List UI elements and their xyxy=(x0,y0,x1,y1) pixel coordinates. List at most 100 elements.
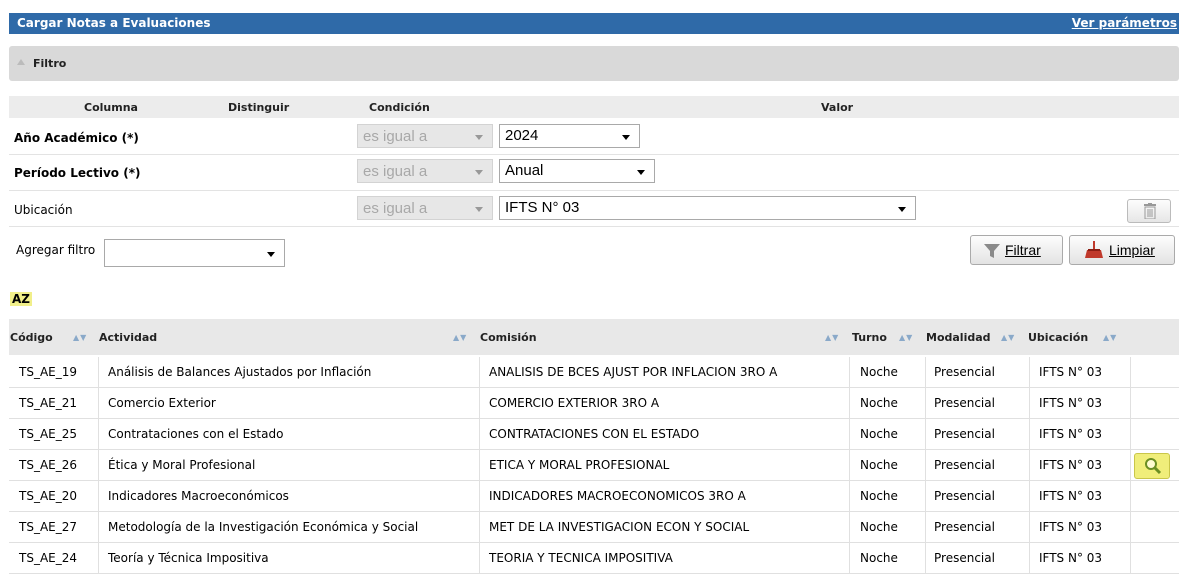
sort-arrows-icon[interactable]: ▲▼ xyxy=(1103,333,1117,342)
cell-turno: Noche xyxy=(860,489,898,503)
table-row[interactable]: TS_AE_26 Ética y Moral Profesional ETICA Y… xyxy=(9,450,1179,481)
filtrar-button[interactable]: Filtrar xyxy=(970,235,1063,265)
column-divider xyxy=(1130,543,1131,574)
column-divider xyxy=(479,357,480,388)
th-comision[interactable]: Comisión xyxy=(480,331,537,344)
filter-panel-toggle[interactable]: Filtro xyxy=(9,46,1179,81)
column-divider xyxy=(98,419,99,450)
anio-value: 2024 xyxy=(505,127,539,144)
column-divider xyxy=(98,512,99,543)
cell-comision: TEORIA Y TECNICA IMPOSITIVA xyxy=(489,551,673,565)
col-header-valor: Valor xyxy=(821,101,854,114)
col-header-condicion: Condición xyxy=(369,101,430,114)
table-row[interactable]: TS_AE_24 Teoría y Técnica Impositiva TEORI… xyxy=(9,543,1179,574)
cell-ubicacion: IFTS N° 03 xyxy=(1039,365,1103,379)
remove-filter-button[interactable] xyxy=(1127,199,1171,223)
cell-codigo: TS_AE_27 xyxy=(19,520,78,534)
view-details-button[interactable] xyxy=(1134,453,1170,479)
filter-name-periodo: Período Lectivo (*) xyxy=(14,166,141,180)
column-divider xyxy=(849,388,850,419)
cell-comision: INDICADORES MACROECONOMICOS 3RO A xyxy=(489,489,746,503)
filter-header: Columna Distinguir Condición Valor xyxy=(9,96,1179,118)
filter-label: Filtro xyxy=(33,57,67,70)
col-header-columna: Columna xyxy=(84,101,138,114)
cell-actividad: Contrataciones con el Estado xyxy=(108,427,284,441)
column-divider xyxy=(925,543,926,574)
th-turno[interactable]: Turno xyxy=(852,331,887,344)
table-row[interactable]: TS_AE_19 Análisis de Balances Ajustados p… xyxy=(9,357,1179,388)
sort-az-icon[interactable]: AZ xyxy=(10,292,32,306)
cell-ubicacion: IFTS N° 03 xyxy=(1039,396,1103,410)
column-divider xyxy=(1130,481,1131,512)
cell-turno: Noche xyxy=(860,520,898,534)
column-divider xyxy=(849,419,850,450)
column-divider xyxy=(98,450,99,481)
cell-actividad: Comercio Exterior xyxy=(108,396,216,410)
cell-codigo: TS_AE_19 xyxy=(19,365,78,379)
column-divider xyxy=(1029,450,1030,481)
periodo-value: Anual xyxy=(505,162,544,179)
broom-icon xyxy=(1085,241,1103,258)
column-divider xyxy=(479,388,480,419)
ver-parametros-link[interactable]: Ver parámetros xyxy=(1072,16,1177,30)
ubicacion-select[interactable]: IFTS N° 03 xyxy=(499,196,916,220)
column-divider xyxy=(98,543,99,574)
chevron-down-icon xyxy=(475,207,483,212)
th-actividad[interactable]: Actividad xyxy=(99,331,157,344)
column-divider xyxy=(98,481,99,512)
add-filter-select[interactable] xyxy=(104,239,285,267)
th-codigo[interactable]: Código xyxy=(10,331,53,344)
sort-arrows-icon[interactable]: ▲▼ xyxy=(453,333,467,342)
table-row[interactable]: TS_AE_25 Contrataciones con el Estado CONT… xyxy=(9,419,1179,450)
th-ubicacion[interactable]: Ubicación xyxy=(1028,331,1088,344)
column-divider xyxy=(1029,481,1030,512)
cell-codigo: TS_AE_24 xyxy=(19,551,78,565)
periodo-select[interactable]: Anual xyxy=(499,159,655,183)
cell-ubicacion: IFTS N° 03 xyxy=(1039,458,1103,472)
condition-select-periodo[interactable]: es igual a xyxy=(357,159,493,183)
sort-arrows-icon[interactable]: ▲▼ xyxy=(1001,333,1015,342)
cell-codigo: TS_AE_26 xyxy=(19,458,78,472)
column-divider xyxy=(925,419,926,450)
cell-ubicacion: IFTS N° 03 xyxy=(1039,489,1103,503)
column-divider xyxy=(849,543,850,574)
cell-actividad: Análisis de Balances Ajustados por Infla… xyxy=(108,365,372,379)
column-divider xyxy=(479,512,480,543)
sort-arrows-icon[interactable]: ▲▼ xyxy=(899,333,913,342)
filtrar-label: Filtrar xyxy=(1005,242,1041,258)
column-divider xyxy=(1130,357,1131,388)
sort-arrows-icon[interactable]: ▲▼ xyxy=(73,333,87,342)
limpiar-label: Limpiar xyxy=(1109,242,1155,258)
col-header-distinguir: Distinguir xyxy=(228,101,290,114)
table-header: Código ▲▼ Actividad ▲▼ Comisión ▲▼ Turno… xyxy=(9,319,1179,355)
trash-icon xyxy=(1144,203,1156,219)
column-divider xyxy=(1130,512,1131,543)
column-divider xyxy=(98,388,99,419)
condition-select-anio[interactable]: es igual a xyxy=(357,124,493,148)
condition-select-ubicacion[interactable]: es igual a xyxy=(357,196,493,220)
chevron-down-icon xyxy=(267,252,275,257)
table-row[interactable]: TS_AE_27 Metodología de la Investigación … xyxy=(9,512,1179,543)
page-header: Cargar Notas a Evaluaciones Ver parámetr… xyxy=(9,13,1179,34)
column-divider xyxy=(1029,357,1030,388)
cell-modalidad: Presencial xyxy=(934,551,995,565)
column-divider xyxy=(1029,512,1030,543)
th-modalidad[interactable]: Modalidad xyxy=(926,331,991,344)
table-row[interactable]: TS_AE_20 Indicadores Macroeconómicos INDIC… xyxy=(9,481,1179,512)
cell-actividad: Indicadores Macroeconómicos xyxy=(108,489,289,503)
column-divider xyxy=(479,450,480,481)
column-divider xyxy=(849,450,850,481)
anio-select[interactable]: 2024 xyxy=(499,124,640,148)
cell-ubicacion: IFTS N° 03 xyxy=(1039,427,1103,441)
cell-modalidad: Presencial xyxy=(934,458,995,472)
limpiar-button[interactable]: Limpiar xyxy=(1069,235,1175,265)
cell-turno: Noche xyxy=(860,365,898,379)
filter-name-ubicacion: Ubicación xyxy=(14,203,73,217)
condition-value: es igual a xyxy=(363,200,428,217)
sort-arrows-icon[interactable]: ▲▼ xyxy=(825,333,839,342)
column-divider xyxy=(849,512,850,543)
table-row[interactable]: TS_AE_21 Comercio Exterior COMERCIO EXTERI… xyxy=(9,388,1179,419)
cell-codigo: TS_AE_20 xyxy=(19,489,78,503)
chevron-down-icon xyxy=(475,170,483,175)
column-divider xyxy=(1130,419,1131,450)
